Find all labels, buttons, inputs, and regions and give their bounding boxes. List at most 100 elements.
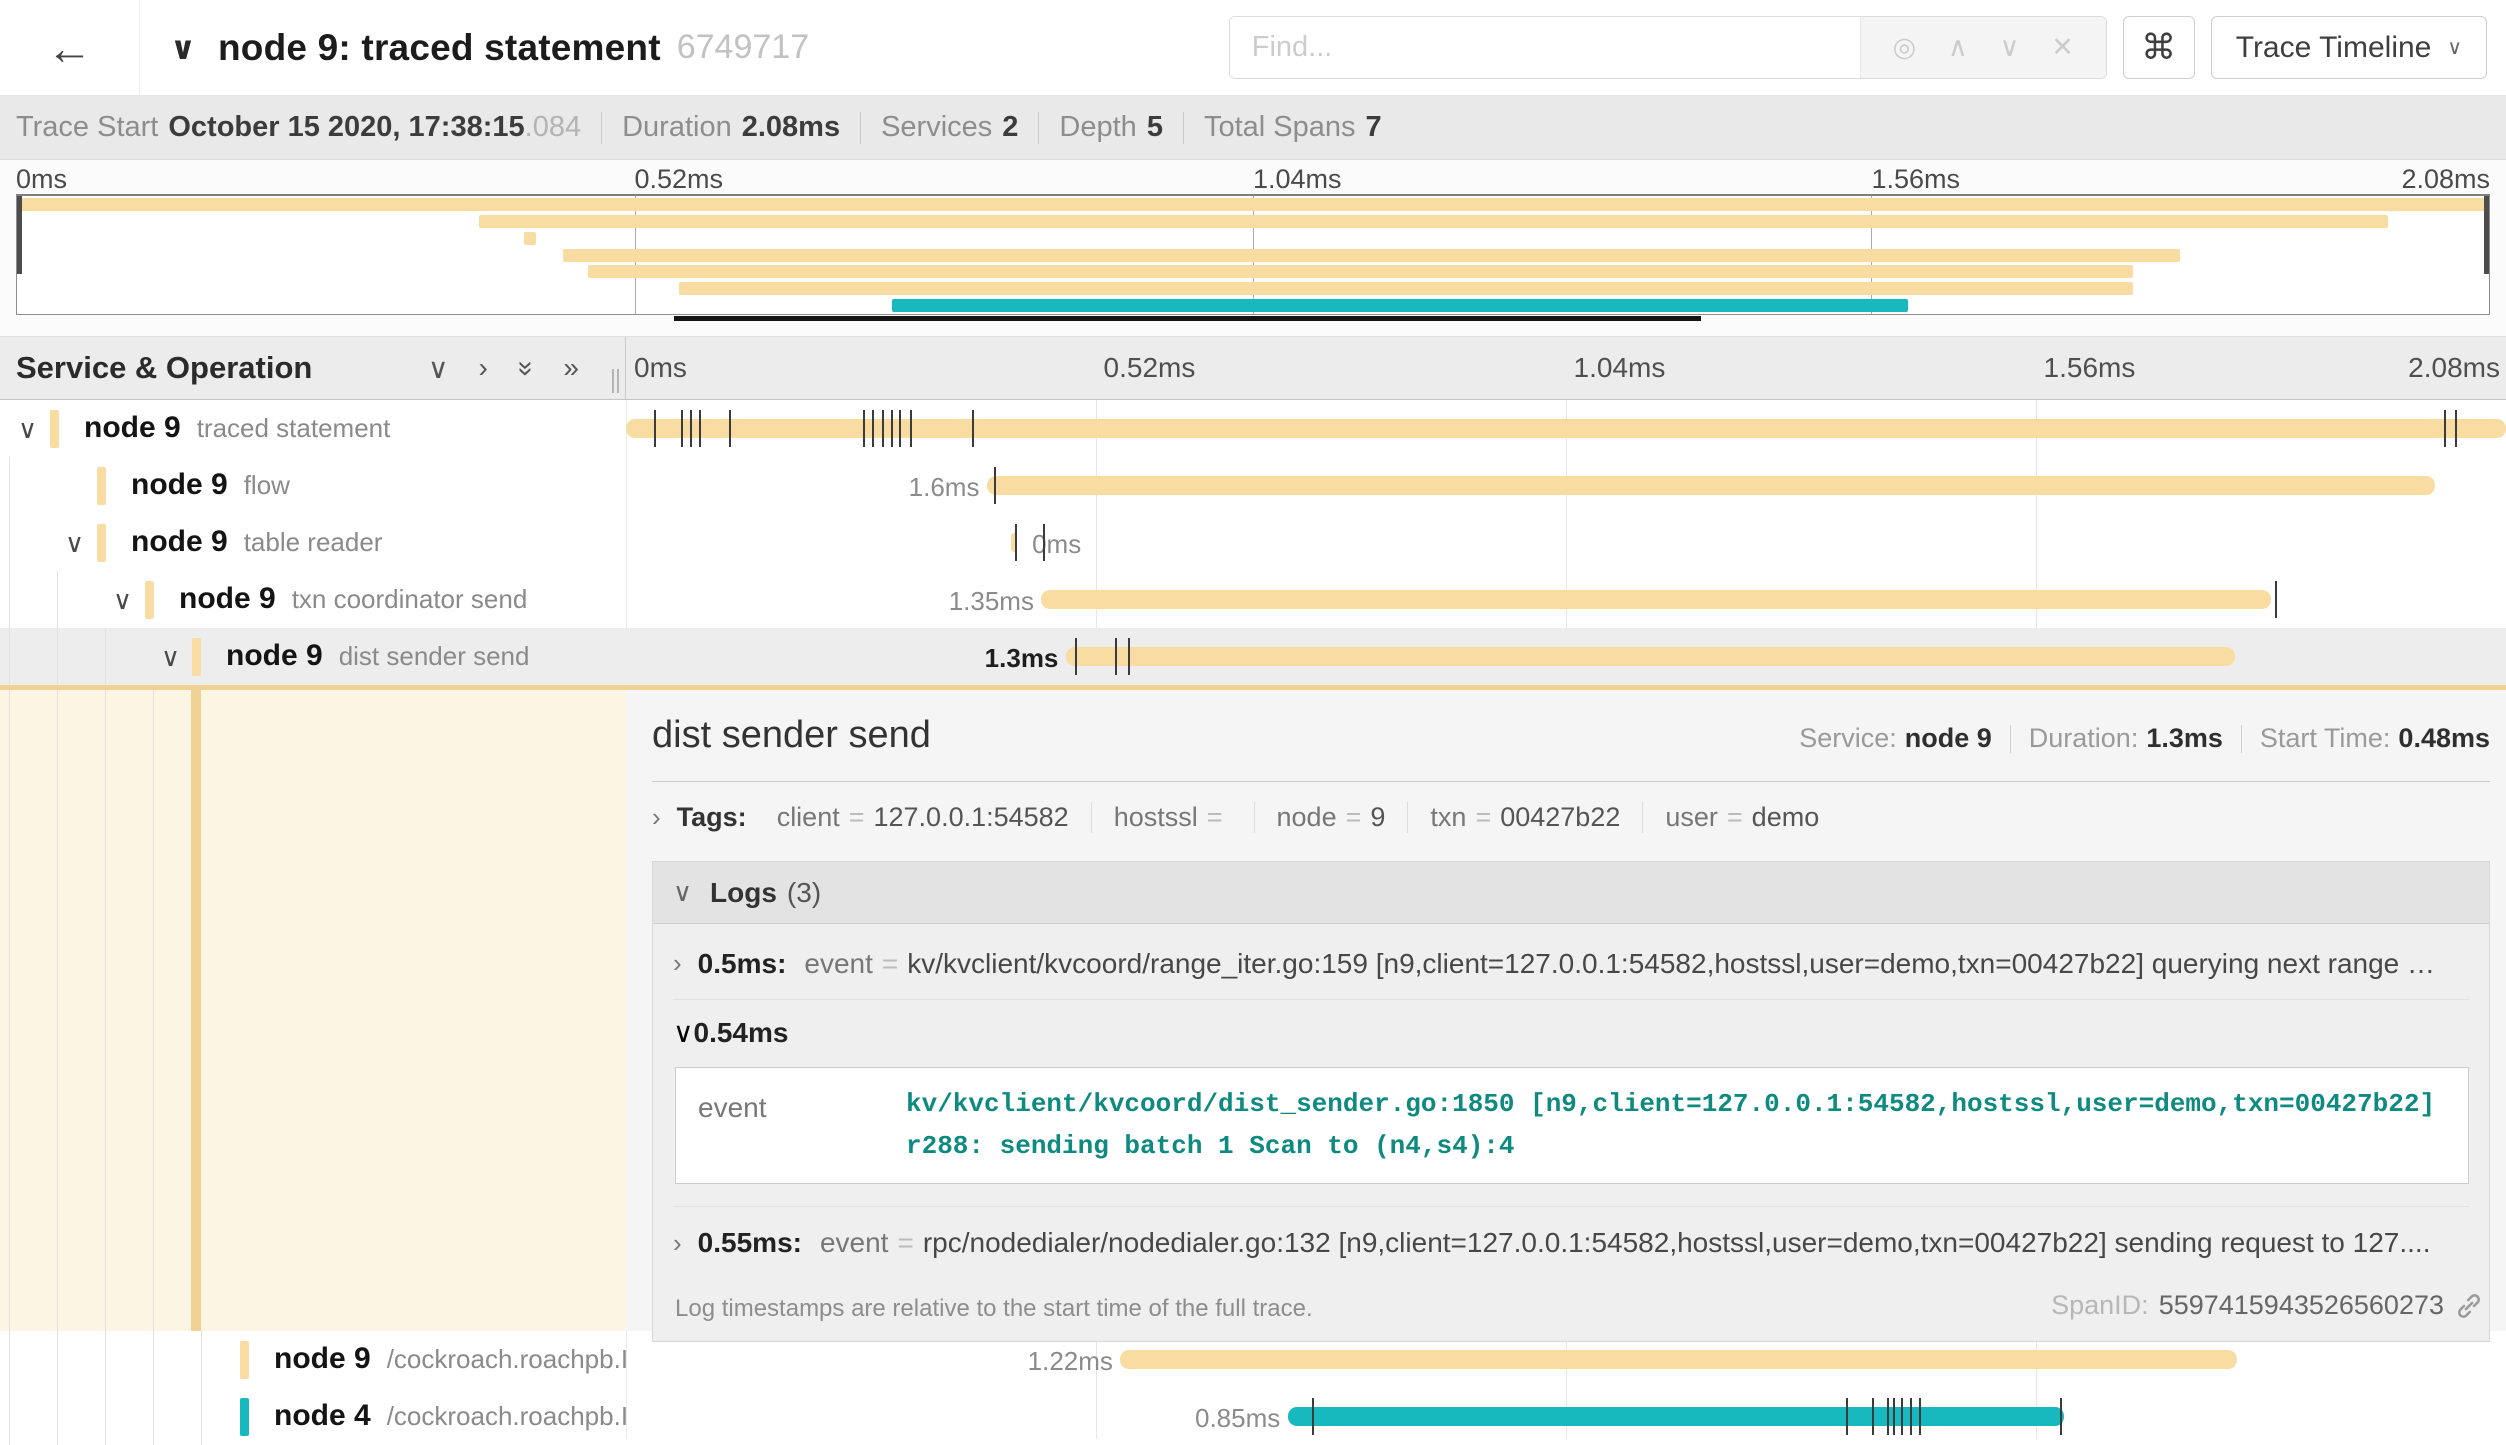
collapse-one-icon[interactable]: ∨ bbox=[428, 352, 449, 385]
log-key: event bbox=[804, 948, 873, 980]
collapse-all-icon[interactable]: » bbox=[509, 360, 542, 376]
minimap-tick: 1.04ms bbox=[1253, 164, 1342, 195]
logs-section: ∨ Logs (3) › 0.5ms: event = kv/kvclient/… bbox=[652, 861, 2490, 1342]
log-marker-tick bbox=[872, 410, 874, 447]
start-time-label: Start Time: bbox=[2260, 723, 2391, 754]
collapse-chevron-icon[interactable]: ∨ bbox=[65, 528, 84, 559]
log-entry-2: ∨ 0.54ms event kv/kvclient/kvcoord/dist_… bbox=[673, 1000, 2469, 1207]
find-suffix: ◎ ∧ ∨ ✕ bbox=[1860, 17, 2106, 78]
span-timeline-cell[interactable]: 1.22ms bbox=[626, 1331, 2506, 1388]
next-match-icon[interactable]: ∨ bbox=[2000, 32, 2020, 63]
trace-view-selector-label: Trace Timeline bbox=[2236, 31, 2432, 65]
trace-collapse-chevron-icon[interactable]: ∨ bbox=[170, 29, 196, 67]
collapse-chevron-icon[interactable]: ∨ bbox=[161, 642, 180, 673]
collapse-chevron-icon[interactable]: ∨ bbox=[113, 585, 132, 616]
log-marker-tick bbox=[729, 410, 731, 447]
find-box: ◎ ∧ ∨ ✕ bbox=[1229, 16, 2107, 79]
span-row-table-reader[interactable]: ∨ node 9table reader 0ms bbox=[0, 514, 2506, 571]
span-name-cell[interactable]: node 4/cockroach.roachpb.I... bbox=[0, 1388, 626, 1445]
log-entry-3[interactable]: › 0.55ms: event = rpc/nodedialer/nodedia… bbox=[673, 1207, 2469, 1279]
minimap-right-scrubber[interactable] bbox=[2484, 196, 2489, 274]
log-marker-tick bbox=[681, 410, 683, 447]
span-row-dist-sender-send[interactable]: ∨ node 9dist sender send 1.3ms bbox=[0, 628, 2506, 685]
log-entry-2-toggle[interactable]: ∨ 0.54ms bbox=[673, 1016, 2469, 1049]
prev-match-icon[interactable]: ∧ bbox=[1948, 32, 1968, 63]
tags-toggle[interactable]: › Tags: client=127.0.0.1:54582 hostssl= … bbox=[652, 802, 2490, 833]
service-name: node 9 bbox=[226, 639, 323, 672]
minimap-span-bar bbox=[563, 249, 2180, 262]
span-id-row: SpanID: 5597415943526560273 bbox=[2051, 1290, 2484, 1321]
span-bar[interactable] bbox=[1041, 590, 2271, 609]
expand-one-icon[interactable]: › bbox=[479, 352, 488, 385]
span-timeline-cell[interactable]: 1.6ms bbox=[626, 457, 2506, 514]
axis-tick: 0ms bbox=[634, 352, 687, 384]
span-row-traced-statement[interactable]: ∨ node 9traced statement bbox=[0, 400, 2506, 457]
expand-all-icon[interactable]: » bbox=[563, 352, 579, 385]
timeline-header: Service & Operation ∨ › » » 0ms 0.52ms 1… bbox=[0, 336, 2506, 400]
keyboard-shortcuts-button[interactable]: ⌘ bbox=[2123, 16, 2195, 79]
match-target-icon[interactable]: ◎ bbox=[1893, 32, 1917, 63]
operation-name: flow bbox=[244, 470, 290, 500]
span-bar[interactable] bbox=[1120, 1350, 2237, 1369]
logs-toggle[interactable]: ∨ Logs (3) bbox=[653, 862, 2489, 924]
span-bar[interactable] bbox=[1288, 1407, 2064, 1426]
back-button[interactable]: ← bbox=[0, 0, 140, 95]
log-marker-tick bbox=[1075, 638, 1077, 675]
topbar-actions: ◎ ∧ ∨ ✕ ⌘ Trace Timeline ∨ bbox=[1229, 16, 2487, 79]
span-id-value: 5597415943526560273 bbox=[2159, 1290, 2444, 1321]
duration-label: 1.3ms bbox=[985, 643, 1059, 674]
span-name-cell[interactable]: node 9/cockroach.roachpb.I... bbox=[0, 1331, 626, 1388]
column-resize-handle[interactable] bbox=[610, 369, 622, 393]
span-name-cell[interactable]: ∨ node 9traced statement bbox=[0, 400, 626, 457]
span-color-bar bbox=[97, 467, 106, 505]
span-row-txn-coordinator-send[interactable]: ∨ node 9txn coordinator send 1.35ms bbox=[0, 571, 2506, 628]
span-id-label: SpanID: bbox=[2051, 1290, 2149, 1321]
log-entry-1[interactable]: › 0.5ms: event = kv/kvclient/kvcoord/ran… bbox=[673, 928, 2469, 1000]
span-name-cell[interactable]: node 9flow bbox=[0, 457, 626, 514]
page-title: node 9: traced statement bbox=[218, 27, 661, 69]
minimap-tick: 0.52ms bbox=[635, 164, 724, 195]
minimap-tick: 1.56ms bbox=[1872, 164, 1961, 195]
service-name: node 9 bbox=[274, 1342, 371, 1375]
chevron-right-icon: › bbox=[673, 948, 682, 979]
minimap-tick: 2.08ms bbox=[2401, 164, 2490, 195]
span-bar[interactable] bbox=[1066, 647, 2235, 666]
total-spans-value: 7 bbox=[1366, 111, 1382, 144]
trace-minimap: 0ms 0.52ms 1.04ms 1.56ms 2.08ms bbox=[0, 160, 2506, 336]
span-row-roachpb-node4[interactable]: node 4/cockroach.roachpb.I... 0.85ms bbox=[0, 1388, 2506, 1445]
span-bar[interactable] bbox=[987, 476, 2435, 495]
log-marker-tick bbox=[910, 410, 912, 447]
span-row-flow[interactable]: node 9flow 1.6ms bbox=[0, 457, 2506, 514]
log-marker-tick bbox=[1901, 1398, 1903, 1435]
span-name-cell[interactable]: ∨ node 9txn coordinator send bbox=[0, 571, 626, 628]
trace-view-selector[interactable]: Trace Timeline ∨ bbox=[2211, 16, 2487, 79]
tag-user: user=demo bbox=[1643, 802, 1841, 833]
span-timeline-cell[interactable]: 0.85ms bbox=[626, 1388, 2506, 1445]
span-detail-indent-area bbox=[0, 690, 626, 1331]
span-name-cell[interactable]: ∨ node 9dist sender send bbox=[0, 628, 626, 685]
span-timeline-cell[interactable] bbox=[626, 400, 2506, 457]
minimap-canvas[interactable] bbox=[16, 194, 2490, 315]
span-color-bar bbox=[192, 638, 201, 676]
log-marker-tick bbox=[891, 410, 893, 447]
deep-link-icon[interactable] bbox=[2454, 1291, 2484, 1321]
minimap-scrubber-bar[interactable] bbox=[674, 316, 1701, 321]
span-name-cell[interactable]: ∨ node 9table reader bbox=[0, 514, 626, 571]
collapse-chevron-icon[interactable]: ∨ bbox=[18, 414, 37, 445]
log-key: event bbox=[698, 1084, 906, 1167]
operation-name: /cockroach.roachpb.I... bbox=[387, 1401, 626, 1431]
span-timeline-cell[interactable]: 0ms bbox=[626, 514, 2506, 571]
find-input[interactable] bbox=[1230, 17, 1860, 78]
log-marker-tick bbox=[863, 410, 865, 447]
log-marker-tick bbox=[699, 410, 701, 447]
span-timeline-cell[interactable]: 1.35ms bbox=[626, 571, 2506, 628]
minimap-left-scrubber[interactable] bbox=[17, 196, 22, 274]
span-bar[interactable] bbox=[626, 419, 2506, 438]
clear-find-icon[interactable]: ✕ bbox=[2051, 32, 2074, 63]
log-key: event bbox=[820, 1227, 889, 1259]
span-timeline-cell[interactable]: 1.3ms bbox=[626, 628, 2506, 685]
tag-client: client=127.0.0.1:54582 bbox=[755, 802, 1092, 833]
span-row-roachpb-node9[interactable]: node 9/cockroach.roachpb.I... 1.22ms bbox=[0, 1331, 2506, 1388]
span-color-bar bbox=[97, 524, 106, 562]
service-name: node 4 bbox=[274, 1399, 371, 1432]
